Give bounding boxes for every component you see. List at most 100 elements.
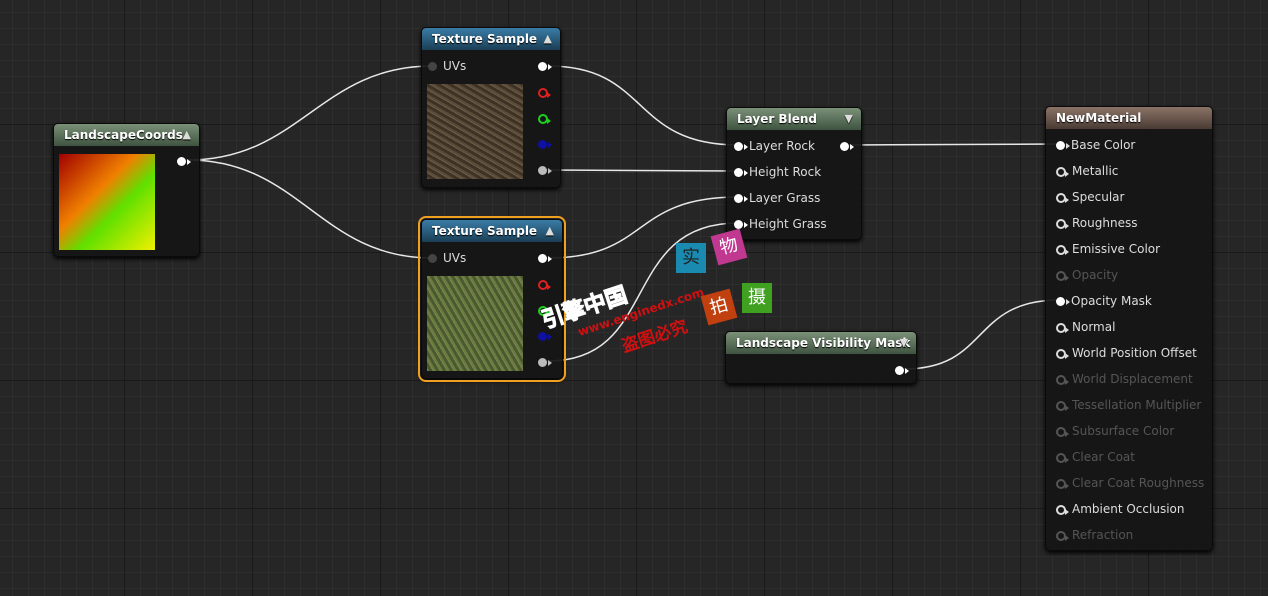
pin-icon <box>1056 322 1069 333</box>
pin-icon <box>1056 478 1069 489</box>
pin-label: Layer Grass <box>749 191 821 205</box>
wire <box>547 169 739 172</box>
pin-icon <box>1056 530 1069 541</box>
pin-label: Refraction <box>1072 528 1134 542</box>
pin-label: Height Grass <box>749 217 827 231</box>
g-pin[interactable] <box>538 109 554 127</box>
pin-label: UVs <box>443 59 467 73</box>
new-material-node[interactable]: NewMaterial Base Color Metallic Specular Ro… <box>1045 106 1213 551</box>
coords-preview <box>59 154 155 250</box>
pin-label: Subsurface Color <box>1072 424 1175 438</box>
pin-icon <box>1056 374 1069 385</box>
dropdown-icon[interactable]: ▼ <box>900 332 908 354</box>
pin-label: Ambient Occlusion <box>1072 502 1185 516</box>
pin-label: Roughness <box>1072 216 1138 230</box>
pin-icon <box>1056 218 1069 229</box>
height-grass-pin[interactable]: Height Grass <box>734 215 827 233</box>
wire <box>903 299 1061 370</box>
pin-icon <box>1056 141 1070 150</box>
layer-rock-pin[interactable]: Layer Rock <box>734 137 815 155</box>
material-input-pin[interactable]: Base Color <box>1056 136 1135 154</box>
wire <box>187 65 433 161</box>
pin-label: Tessellation Multiplier <box>1072 398 1202 412</box>
pin-icon <box>1056 426 1069 437</box>
r-pin[interactable] <box>538 275 554 293</box>
pin-icon <box>1056 270 1069 281</box>
material-input-pin[interactable]: Roughness <box>1056 214 1137 232</box>
pin-label: Specular <box>1072 190 1125 204</box>
node-title: Texture Sample <box>432 224 538 238</box>
material-input-pin[interactable]: Opacity <box>1056 266 1118 284</box>
pin-icon <box>1056 192 1069 203</box>
wire <box>847 143 1061 146</box>
collapse-icon[interactable]: ▲ <box>546 220 554 242</box>
material-input-pin[interactable]: Refraction <box>1056 526 1133 544</box>
pin-label: World Position Offset <box>1072 346 1197 360</box>
rgb-pin[interactable] <box>538 249 553 267</box>
node-title: NewMaterial <box>1056 111 1142 125</box>
material-graph-canvas[interactable]: LandscapeCoords ▲ Texture Sample ▲ UVs Tex… <box>0 0 1268 596</box>
layer-blend-node[interactable]: Layer Blend ▼ Layer Rock Height Rock Laye… <box>726 107 862 240</box>
landscape-coords-node[interactable]: LandscapeCoords ▲ <box>53 123 200 257</box>
pin-icon <box>1056 452 1069 463</box>
pin-label: Metallic <box>1072 164 1119 178</box>
pin-icon <box>1056 297 1070 306</box>
pin-label: Layer Rock <box>749 139 815 153</box>
height-rock-pin[interactable]: Height Rock <box>734 163 821 181</box>
uvs-pin[interactable]: UVs <box>428 57 466 75</box>
material-input-pin[interactable]: Normal <box>1056 318 1115 336</box>
pin-label: Emissive Color <box>1072 242 1161 256</box>
landscape-visibility-mask-node[interactable]: Landscape Visibility Mask ▼ <box>725 331 917 384</box>
wire <box>547 65 739 146</box>
layer-grass-pin[interactable]: Layer Grass <box>734 189 820 207</box>
material-input-pin[interactable]: Clear Coat <box>1056 448 1135 466</box>
material-input-pin[interactable]: World Displacement <box>1056 370 1193 388</box>
texture-sample-node-grass[interactable]: Texture Sample ▲ UVs <box>418 216 566 382</box>
dropdown-icon[interactable]: ▼ <box>845 108 853 130</box>
watermark-char: 实 <box>676 243 706 273</box>
output-pin[interactable] <box>840 137 855 155</box>
pin-label: Clear Coat Roughness <box>1072 476 1205 490</box>
rock-texture-preview <box>427 84 523 179</box>
pin-label: Opacity <box>1072 268 1119 282</box>
collapse-icon[interactable]: ▲ <box>183 124 191 146</box>
pin-label: World Displacement <box>1072 372 1193 386</box>
watermark-char: 摄 <box>742 283 772 313</box>
pin-icon <box>1056 244 1069 255</box>
pin-label: Opacity Mask <box>1071 294 1152 308</box>
node-title: Texture Sample <box>432 32 538 46</box>
uvs-pin[interactable]: UVs <box>428 249 466 267</box>
material-input-pin[interactable]: Tessellation Multiplier <box>1056 396 1201 414</box>
material-input-pin[interactable]: World Position Offset <box>1056 344 1197 362</box>
material-input-pin[interactable]: Opacity Mask <box>1056 292 1152 310</box>
pin-icon <box>1056 348 1069 359</box>
material-input-pin[interactable]: Specular <box>1056 188 1124 206</box>
pin-label: Clear Coat <box>1072 450 1135 464</box>
pin-label: UVs <box>443 251 467 265</box>
node-title: Layer Blend <box>737 112 817 126</box>
material-input-pin[interactable]: Emissive Color <box>1056 240 1160 258</box>
grass-texture-preview <box>427 276 523 371</box>
wire <box>187 159 433 259</box>
a-pin[interactable] <box>538 161 553 179</box>
material-input-pin[interactable]: Metallic <box>1056 162 1118 180</box>
r-pin[interactable] <box>538 83 554 101</box>
output-pin[interactable] <box>895 361 910 379</box>
pin-label: Height Rock <box>749 165 822 179</box>
output-pin[interactable] <box>177 152 192 170</box>
rgb-pin[interactable] <box>538 57 553 75</box>
pin-icon <box>1056 504 1069 515</box>
material-input-pin[interactable]: Clear Coat Roughness <box>1056 474 1204 492</box>
node-title: Landscape Visibility Mask <box>736 336 911 350</box>
b-pin[interactable] <box>538 135 553 153</box>
a-pin[interactable] <box>538 353 553 371</box>
pin-label: Base Color <box>1071 138 1136 152</box>
pin-label: Normal <box>1072 320 1116 334</box>
texture-sample-node-rock[interactable]: Texture Sample ▲ UVs <box>421 27 561 188</box>
node-title: LandscapeCoords <box>64 128 183 142</box>
wire <box>547 196 739 259</box>
material-input-pin[interactable]: Subsurface Color <box>1056 422 1174 440</box>
collapse-icon[interactable]: ▲ <box>544 28 552 50</box>
material-input-pin[interactable]: Ambient Occlusion <box>1056 500 1184 518</box>
pin-icon <box>1056 166 1069 177</box>
